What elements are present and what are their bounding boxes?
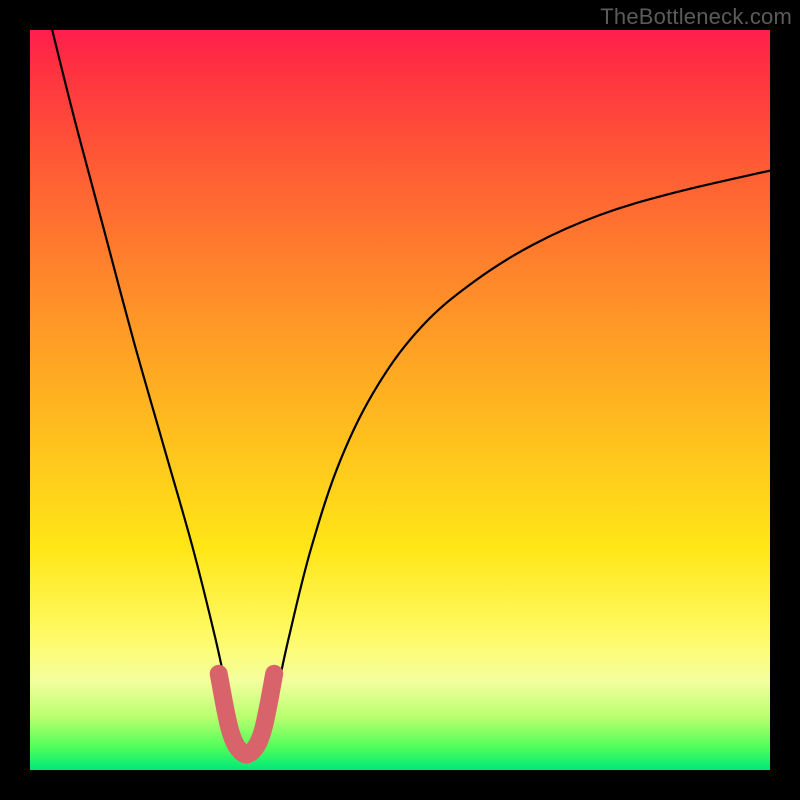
bottleneck-chart: [30, 30, 770, 770]
bottleneck-highlight-line: [219, 674, 275, 755]
watermark-text: TheBottleneck.com: [600, 4, 792, 30]
bottleneck-curve-line: [52, 30, 770, 755]
